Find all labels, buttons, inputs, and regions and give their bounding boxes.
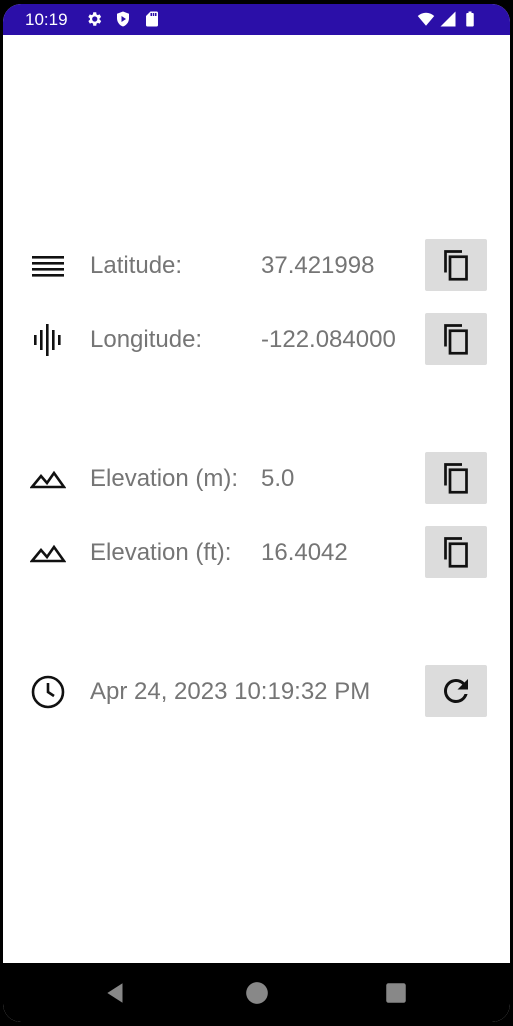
elevation-m-label: Elevation (m):	[90, 465, 239, 492]
copy-icon	[444, 250, 468, 281]
refresh-button[interactable]	[425, 665, 487, 717]
latitude-lines-icon	[32, 256, 64, 277]
longitude-row: Longitude: -122.084000	[3, 313, 510, 367]
copy-latitude-button[interactable]	[425, 239, 487, 291]
longitude-value: -122.084000	[261, 326, 396, 353]
clock-icon	[31, 675, 65, 709]
longitude-label: Longitude:	[90, 326, 203, 353]
elevation-ft-value: 16.4042	[261, 539, 348, 566]
status-time: 10:19	[25, 10, 68, 29]
sd-card-icon	[146, 11, 158, 27]
latitude-row: Latitude: 37.421998	[3, 239, 510, 293]
copy-icon	[444, 324, 468, 355]
longitude-lines-icon	[34, 324, 61, 356]
elevation-m-value: 5.0	[261, 465, 295, 492]
recents-icon[interactable]	[383, 980, 409, 1006]
elevation-m-row: Elevation (m): 5.0	[3, 452, 510, 506]
copy-elevation-ft-button[interactable]	[425, 526, 487, 578]
navigation-bar	[3, 963, 510, 1022]
elevation-ft-label: Elevation (ft):	[90, 539, 232, 566]
battery-icon	[466, 11, 474, 27]
back-icon[interactable]	[103, 980, 129, 1006]
refresh-icon	[443, 679, 468, 703]
device-frame: 10:19 Latitude: 37.421998 Longitude: -12…	[0, 0, 513, 1026]
settings-icon	[88, 12, 102, 26]
mountain-icon	[30, 544, 66, 563]
main-content: Latitude: 37.421998 Longitude: -122.0840…	[3, 35, 510, 963]
home-icon[interactable]	[244, 980, 270, 1006]
shield-play-icon	[117, 11, 129, 27]
latitude-value: 37.421998	[261, 252, 375, 279]
elevation-ft-row: Elevation (ft): 16.4042	[3, 526, 510, 580]
mountain-icon	[30, 470, 66, 489]
screen: 10:19 Latitude: 37.421998 Longitude: -12…	[3, 4, 510, 1022]
copy-icon	[444, 463, 468, 494]
timestamp-value: Apr 24, 2023 10:19:32 PM	[90, 678, 371, 705]
latitude-label: Latitude:	[90, 252, 183, 279]
status-bar: 10:19	[3, 4, 510, 35]
copy-elevation-m-button[interactable]	[425, 452, 487, 504]
copy-longitude-button[interactable]	[425, 313, 487, 365]
signal-icon	[440, 11, 456, 27]
timestamp-row: Apr 24, 2023 10:19:32 PM	[3, 665, 510, 719]
wifi-icon	[417, 12, 435, 26]
copy-icon	[444, 537, 468, 568]
